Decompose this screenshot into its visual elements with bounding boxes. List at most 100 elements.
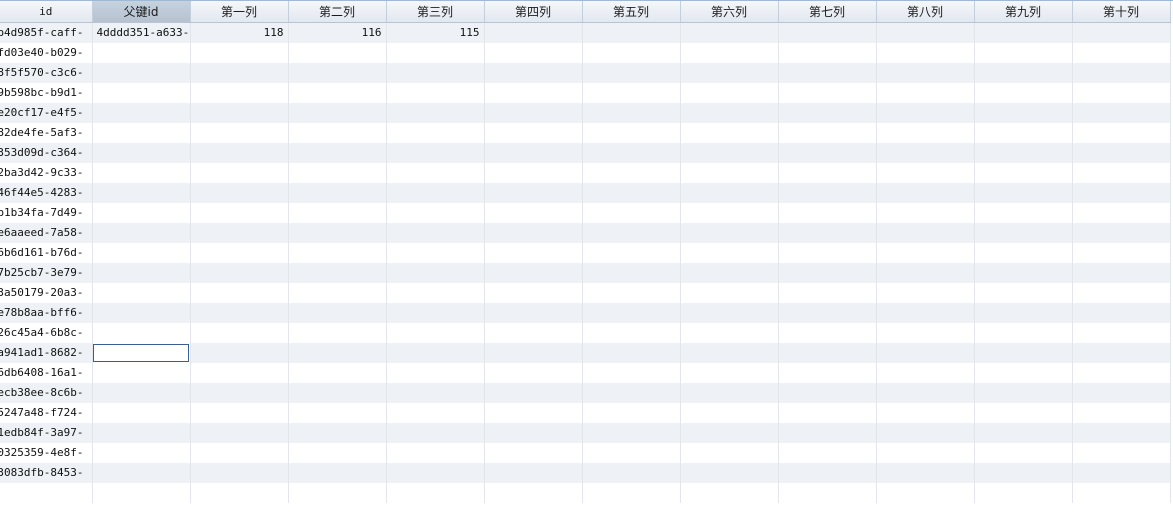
table-cell[interactable]	[582, 303, 681, 323]
table-cell[interactable]	[288, 143, 387, 163]
table-cell[interactable]	[190, 43, 289, 63]
table-cell[interactable]	[1072, 423, 1171, 443]
table-cell[interactable]	[582, 343, 681, 363]
table-cell[interactable]	[386, 203, 485, 223]
table-cell[interactable]	[190, 183, 289, 203]
table-cell[interactable]	[778, 63, 877, 83]
table-cell[interactable]	[876, 263, 975, 283]
table-cell[interactable]	[778, 143, 877, 163]
table-cell[interactable]	[190, 463, 289, 483]
parent-id-cell[interactable]	[92, 263, 191, 283]
table-cell[interactable]	[288, 83, 387, 103]
table-cell[interactable]	[680, 63, 779, 83]
table-cell[interactable]	[484, 123, 583, 143]
table-cell[interactable]	[484, 163, 583, 183]
table-cell[interactable]	[778, 203, 877, 223]
table-cell[interactable]	[288, 283, 387, 303]
table-cell[interactable]	[1072, 463, 1171, 483]
table-cell[interactable]	[680, 43, 779, 63]
table-cell[interactable]	[1072, 483, 1171, 503]
table-cell[interactable]	[974, 263, 1073, 283]
table-cell[interactable]	[582, 183, 681, 203]
table-cell[interactable]	[1072, 183, 1171, 203]
parent-id-cell[interactable]	[92, 463, 191, 483]
parent-id-cell[interactable]	[92, 363, 191, 383]
table-cell[interactable]	[974, 423, 1073, 443]
table-cell[interactable]	[190, 283, 289, 303]
table-cell[interactable]	[190, 223, 289, 243]
table-cell[interactable]	[876, 143, 975, 163]
table-cell[interactable]	[386, 183, 485, 203]
table-cell[interactable]	[876, 303, 975, 323]
table-cell[interactable]	[582, 103, 681, 123]
table-cell[interactable]	[876, 223, 975, 243]
table-cell[interactable]	[288, 263, 387, 283]
id-cell[interactable]: 11edb84f-3a97-	[0, 423, 93, 443]
table-cell[interactable]	[778, 343, 877, 363]
table-cell[interactable]	[778, 363, 877, 383]
table-cell[interactable]	[1072, 43, 1171, 63]
id-cell[interactable]: 6b1b34fa-7d49-	[0, 203, 93, 223]
table-cell[interactable]	[1072, 203, 1171, 223]
id-cell[interactable]: 546f44e5-4283-	[0, 183, 93, 203]
table-cell[interactable]	[974, 223, 1073, 243]
table-cell[interactable]	[778, 163, 877, 183]
table-cell[interactable]	[484, 143, 583, 163]
table-cell[interactable]	[582, 423, 681, 443]
table-cell[interactable]	[1072, 343, 1171, 363]
table-cell[interactable]	[876, 163, 975, 183]
table-cell[interactable]	[680, 463, 779, 483]
table-cell[interactable]	[386, 223, 485, 243]
table-cell[interactable]	[974, 303, 1073, 323]
table-cell[interactable]	[190, 483, 289, 503]
parent-id-cell[interactable]	[92, 223, 191, 243]
table-cell[interactable]	[288, 63, 387, 83]
id-cell[interactable]: 38f5f570-c3c6-	[0, 63, 93, 83]
table-cell[interactable]	[974, 463, 1073, 483]
table-cell[interactable]	[1072, 323, 1171, 343]
table-cell[interactable]	[190, 203, 289, 223]
parent-id-cell[interactable]	[92, 143, 191, 163]
table-cell[interactable]	[680, 223, 779, 243]
table-cell[interactable]	[1072, 63, 1171, 83]
table-cell[interactable]	[190, 83, 289, 103]
column-header-col-5[interactable]: 第五列	[582, 1, 681, 23]
column-header-parent-id[interactable]: 父键id	[92, 1, 191, 23]
table-cell[interactable]	[876, 403, 975, 423]
table-cell[interactable]	[582, 403, 681, 423]
table-cell[interactable]	[1072, 443, 1171, 463]
table-cell[interactable]	[778, 323, 877, 343]
table-cell[interactable]	[680, 323, 779, 343]
id-cell[interactable]	[0, 483, 93, 503]
table-cell[interactable]	[386, 323, 485, 343]
table-cell[interactable]	[582, 463, 681, 483]
table-cell[interactable]	[680, 123, 779, 143]
parent-id-cell[interactable]	[92, 203, 191, 223]
table-cell[interactable]: 118	[190, 22, 289, 43]
focused-cell[interactable]	[92, 343, 191, 363]
table-cell[interactable]	[680, 423, 779, 443]
table-cell[interactable]	[876, 343, 975, 363]
table-cell[interactable]	[484, 283, 583, 303]
parent-id-cell[interactable]	[92, 183, 191, 203]
table-cell[interactable]	[288, 103, 387, 123]
table-cell[interactable]	[876, 423, 975, 443]
column-header-col-4[interactable]: 第四列	[484, 1, 583, 23]
table-cell[interactable]	[680, 303, 779, 323]
parent-id-cell[interactable]	[92, 323, 191, 343]
table-cell[interactable]	[974, 383, 1073, 403]
table-cell[interactable]	[680, 243, 779, 263]
table-cell[interactable]	[386, 143, 485, 163]
table-cell[interactable]	[484, 343, 583, 363]
table-cell[interactable]	[876, 103, 975, 123]
column-header-id[interactable]: id	[0, 1, 93, 23]
table-cell[interactable]	[582, 203, 681, 223]
table-cell[interactable]	[680, 83, 779, 103]
table-cell[interactable]	[778, 223, 877, 243]
parent-id-cell[interactable]	[92, 403, 191, 423]
table-cell[interactable]	[582, 323, 681, 343]
table-cell[interactable]	[1072, 103, 1171, 123]
table-cell[interactable]	[484, 63, 583, 83]
id-cell[interactable]: 1e20cf17-e4f5-	[0, 103, 93, 123]
table-cell[interactable]	[974, 63, 1073, 83]
